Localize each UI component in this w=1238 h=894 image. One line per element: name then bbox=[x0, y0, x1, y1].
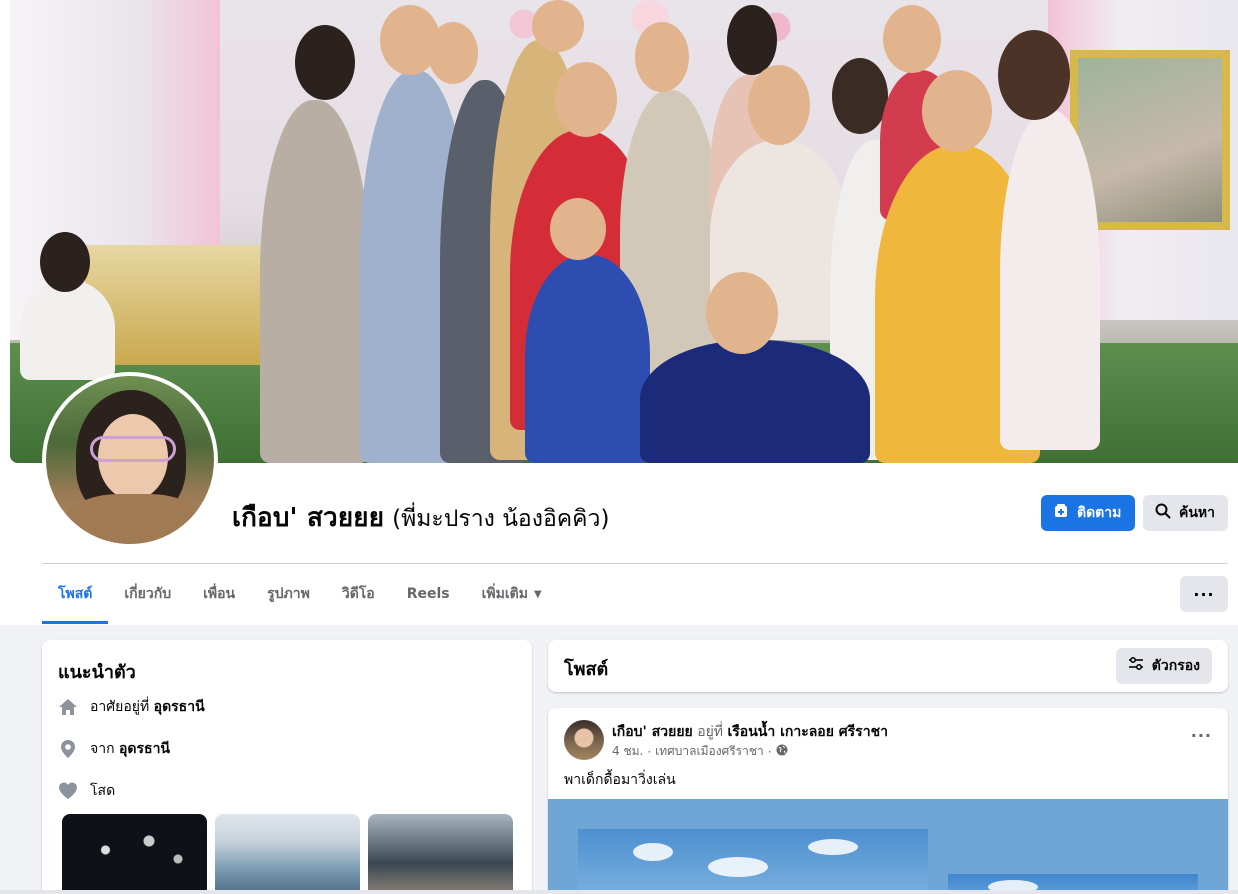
profile-tabs: โพสต์ เกี่ยวกับ เพื่อน รูปภาพ วิดีโอ Ree… bbox=[42, 564, 558, 624]
profile-avatar[interactable] bbox=[42, 372, 218, 548]
intro-relationship-text: โสด bbox=[90, 783, 116, 799]
cover-person-head bbox=[883, 5, 941, 73]
intro-lives-text: อาศัยอยู่ที่ อุดรธานี bbox=[90, 696, 205, 718]
filter-icon bbox=[1128, 656, 1144, 676]
intro-from: จาก อุดรธานี bbox=[58, 738, 170, 760]
post-place-meta[interactable]: เทศบาลเมืองศรีราชา bbox=[655, 742, 764, 761]
intro-lives-in: อาศัยอยู่ที่ อุดรธานี bbox=[58, 696, 205, 718]
meta-separator: · bbox=[647, 744, 652, 759]
heart-icon bbox=[58, 781, 78, 801]
location-pin-icon bbox=[58, 739, 78, 759]
search-icon bbox=[1155, 503, 1171, 523]
cover-person-head bbox=[727, 5, 777, 75]
caret-down-icon: ▼ bbox=[533, 588, 542, 600]
post-at-word: อยู่ที่ bbox=[697, 724, 724, 740]
tab-reels[interactable]: Reels bbox=[391, 564, 466, 624]
avatar-glasses bbox=[90, 436, 176, 462]
profile-search-button[interactable]: ค้นหา bbox=[1143, 495, 1228, 531]
cover-person-head bbox=[635, 22, 689, 92]
tab-label: วิดีโอ bbox=[341, 586, 375, 602]
cover-person-head bbox=[998, 30, 1070, 120]
intro-lives-prefix: อาศัยอยู่ที่ bbox=[90, 699, 150, 715]
cover-person bbox=[525, 255, 650, 463]
tab-videos[interactable]: วิดีโอ bbox=[326, 564, 391, 624]
post-time[interactable]: 4 ชม. bbox=[612, 742, 643, 761]
profile-name: เกือบ' สวยยย bbox=[232, 503, 385, 533]
cover-person-head bbox=[922, 70, 992, 152]
add-friend-icon bbox=[1053, 503, 1069, 523]
cover-person-head bbox=[532, 0, 584, 52]
post-meta: 4 ชม. · เทศบาลเมืองศรีราชา · bbox=[612, 742, 788, 761]
cover-person-head bbox=[428, 22, 478, 84]
post-author-name[interactable]: เกือบ' สวยยย bbox=[612, 724, 693, 740]
intro-from-prefix: จาก bbox=[90, 741, 115, 757]
tab-label: เพิ่มเติม bbox=[481, 586, 528, 602]
window-bottom-edge bbox=[0, 890, 1238, 894]
photo-cloud bbox=[808, 839, 858, 855]
intro-lives-place[interactable]: อุดรธานี bbox=[154, 699, 205, 715]
cover-person bbox=[260, 100, 370, 463]
tab-label: เพื่อน bbox=[203, 586, 236, 602]
post-author-avatar[interactable] bbox=[564, 720, 604, 760]
tab-label: รูปภาพ bbox=[267, 586, 310, 602]
cover-person-head bbox=[706, 272, 778, 354]
post-author-line: เกือบ' สวยยย อยู่ที่ เรือนน้ำ เกาะลอย ศร… bbox=[612, 721, 888, 743]
featured-photo-thumbnail[interactable] bbox=[215, 814, 360, 894]
tab-more[interactable]: เพิ่มเติม ▼ bbox=[466, 564, 558, 624]
tab-label: เกี่ยวกับ bbox=[124, 586, 172, 602]
cover-person-head bbox=[550, 198, 606, 260]
featured-photos bbox=[62, 814, 513, 894]
intro-card: แนะนำตัว อาศัยอยู่ที่ อุดรธานี จาก อุดรธ… bbox=[42, 640, 532, 894]
cover-person-head bbox=[832, 58, 888, 134]
cover-person-head bbox=[40, 232, 90, 292]
filter-button[interactable]: ตัวกรอง bbox=[1115, 648, 1212, 684]
follow-label: ติดตาม bbox=[1077, 505, 1122, 521]
post-photo-1[interactable] bbox=[578, 829, 928, 894]
search-label: ค้นหา bbox=[1179, 505, 1216, 521]
intro-from-place[interactable]: อุดรธานี bbox=[119, 741, 170, 757]
post-menu-button[interactable]: ··· bbox=[1191, 726, 1212, 745]
follow-button[interactable]: ติดตาม bbox=[1041, 495, 1135, 531]
intro-title: แนะนำตัว bbox=[58, 662, 136, 683]
featured-photo-thumbnail[interactable] bbox=[62, 814, 207, 894]
intro-from-text: จาก อุดรธานี bbox=[90, 738, 170, 760]
post-location[interactable]: เรือนน้ำ เกาะลอย ศรีราชา bbox=[727, 724, 887, 740]
tab-label: Reels bbox=[406, 586, 450, 602]
posts-header-card: โพสต์ ตัวกรอง bbox=[548, 640, 1228, 692]
tab-posts[interactable]: โพสต์ bbox=[42, 564, 109, 624]
photo-cloud bbox=[708, 857, 768, 877]
intro-relationship: โสด bbox=[58, 780, 115, 802]
profile-header: เกือบ' สวยยย (พี่มะปราง น้องอิคคิว) ติดต… bbox=[0, 0, 1238, 625]
post-text: พาเด็กดื้อมาวิ่งเล่น bbox=[564, 772, 676, 788]
post-card: เกือบ' สวยยย อยู่ที่ เรือนน้ำ เกาะลอย ศร… bbox=[548, 708, 1228, 894]
tab-label: โพสต์ bbox=[58, 586, 93, 602]
cover-person bbox=[20, 280, 115, 380]
profile-more-options-button[interactable]: ··· bbox=[1180, 576, 1228, 612]
avatar-shirt bbox=[64, 494, 204, 544]
photo-cloud bbox=[633, 843, 673, 861]
post-media[interactable] bbox=[548, 799, 1228, 894]
filter-label: ตัวกรอง bbox=[1151, 658, 1200, 674]
cover-person-head bbox=[748, 65, 810, 145]
tab-about[interactable]: เกี่ยวกับ bbox=[108, 564, 187, 624]
globe-icon bbox=[776, 744, 788, 759]
profile-name-row: เกือบ' สวยยย (พี่มะปราง น้องอิคคิว) bbox=[232, 497, 609, 538]
cover-person bbox=[640, 340, 870, 463]
cover-person-head bbox=[295, 25, 355, 100]
cover-photo[interactable] bbox=[10, 0, 1238, 463]
home-icon bbox=[58, 697, 78, 717]
cover-person bbox=[1000, 110, 1100, 450]
tab-photos[interactable]: รูปภาพ bbox=[251, 564, 326, 624]
posts-title: โพสต์ bbox=[564, 659, 609, 680]
tab-friends[interactable]: เพื่อน bbox=[187, 564, 251, 624]
more-dots-icon: ··· bbox=[1193, 584, 1215, 604]
meta-separator: · bbox=[767, 744, 772, 759]
featured-photo-thumbnail[interactable] bbox=[368, 814, 513, 894]
profile-alt-name: (พี่มะปราง น้องอิคคิว) bbox=[392, 506, 610, 532]
cover-person-head bbox=[555, 62, 617, 137]
